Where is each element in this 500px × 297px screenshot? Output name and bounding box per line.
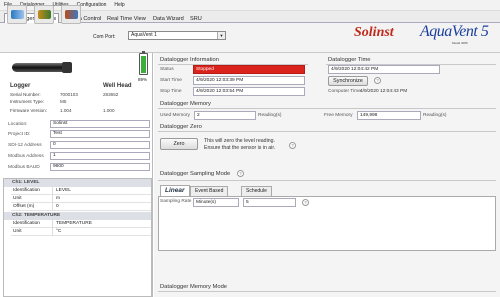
chevron-down-icon: ▼ (217, 32, 225, 39)
start-label: Start Time (160, 78, 182, 83)
retrieve-settings-icon[interactable] (7, 5, 27, 24)
sampling-title: Datalogger Sampling Mode (160, 171, 231, 177)
logger-column-title: Logger (10, 83, 31, 89)
sdi-select[interactable]: 0 (50, 141, 150, 149)
com-port-select[interactable]: AquaVent 1 ▼ (128, 31, 226, 40)
zero-text-1: This will zero the level reading. (204, 138, 275, 144)
help-icon[interactable]: ? (289, 142, 296, 149)
table-row[interactable]: Unit m (11, 195, 151, 203)
help-icon[interactable]: ? (237, 170, 244, 177)
tab-real-time-view[interactable]: Real Time View (104, 13, 149, 23)
synchronize-button[interactable]: Synchronize (328, 76, 368, 86)
tab-data-wizard[interactable]: Data Wizard (150, 13, 187, 23)
serial-wellhead: 283652 (103, 92, 119, 97)
free-memory-label: Free Memory (324, 113, 353, 118)
computer-time-label: Computer Time: (328, 89, 363, 94)
menu-configuration[interactable]: Configuration (77, 2, 107, 8)
table-row[interactable]: Unit °C (11, 228, 151, 236)
location-label: Location: (8, 122, 28, 127)
table-row[interactable]: Identification TEMPERATURE (11, 220, 151, 228)
channel-header: Ch2: TEMPERATURE (4, 212, 151, 220)
used-readings-label: Reading(s) (258, 113, 282, 118)
help-icon[interactable]: ? (302, 199, 309, 206)
sampling-unit-select[interactable]: Minute(s) (193, 198, 239, 207)
modbus-label: Modbus Address (8, 154, 44, 159)
computer-time-value: 4/9/2020 12:04:43 PM (360, 89, 408, 94)
start-logger-icon[interactable] (61, 5, 81, 24)
tab-sru[interactable]: SRU (187, 13, 205, 23)
help-icon[interactable]: ? (374, 77, 381, 84)
table-row[interactable]: Offset (m) 0 (11, 203, 151, 211)
aquavent-logo: AquaVent 5 (420, 23, 489, 40)
firmware-wellhead: 1.000 (103, 108, 115, 113)
stop-label: Stop Time (160, 89, 182, 94)
channel-header: Ch1: LEVEL (4, 179, 151, 187)
free-readings-label: Reading(s) (423, 113, 447, 118)
memory-title: Datalogger Memory (160, 101, 211, 107)
com-port-value: AquaVent 1 (131, 32, 157, 38)
datalogger-time-field: 4/9/2020 12:04:42 PM (328, 65, 440, 74)
sampling-rate-input[interactable]: 5 (243, 198, 296, 207)
instrument-logger: M5 (60, 99, 67, 104)
zero-text-2: Ensure that the sensor is in air. (204, 145, 276, 151)
location-field[interactable]: Solinst (50, 120, 150, 128)
model-label: Model 3005 (452, 41, 468, 45)
sampling-rate-label: Sampling Rate (160, 199, 192, 204)
table-row[interactable]: Identification LEVEL (11, 187, 151, 195)
project-field[interactable]: Test (50, 130, 150, 138)
free-memory-field: 149,998 (357, 111, 421, 120)
info-title: Datalogger Information (160, 57, 219, 63)
firmware-logger: 1.004 (60, 108, 72, 113)
used-memory-field: 2 (194, 111, 256, 120)
firmware-label: Firmware Version: (10, 108, 48, 113)
battery-icon (139, 51, 148, 75)
instrument-label: Instrument Type: (10, 99, 45, 104)
zero-button[interactable]: Zero (160, 138, 198, 150)
status-badge: Stopped (193, 65, 305, 74)
stop-time-field: 4/9/2020 12:03:54 PM (193, 87, 305, 96)
zero-title: Datalogger Zero (160, 124, 202, 130)
time-title: Datalogger Time (328, 57, 371, 63)
wellhead-column-title: Well Head (103, 83, 132, 89)
memory-mode-title: Datalogger Memory Mode (160, 284, 228, 290)
channel-grid: Ch1: LEVEL Identification LEVEL Unit m Off… (3, 178, 152, 297)
serial-label: Serial Number: (10, 92, 41, 97)
save-settings-icon[interactable] (34, 5, 54, 24)
start-time-field: 4/9/2020 12:03:39 PM (193, 76, 305, 85)
project-label: Project ID: (8, 132, 31, 137)
tab-linear[interactable]: Linear (160, 185, 190, 196)
sdi-label: SDI-12 Address (8, 143, 42, 148)
baud-select[interactable]: 9600 (50, 163, 150, 171)
tab-event-based[interactable]: Event Based (190, 186, 229, 196)
baud-label: Modbus BAUD (8, 165, 40, 170)
battery-label: 89% (138, 77, 148, 82)
status-label: Status (160, 67, 174, 72)
menu-help[interactable]: Help (114, 2, 124, 8)
modbus-stepper[interactable]: 1 (50, 152, 150, 160)
tab-schedule[interactable]: Schedule (241, 186, 272, 196)
used-memory-label: Used Memory (160, 113, 190, 118)
solinst-logo: Solinst (354, 25, 394, 40)
probe-cap-image (62, 62, 72, 73)
serial-logger: 7000103 (60, 92, 78, 97)
com-port-label: Com Port: (93, 34, 116, 40)
